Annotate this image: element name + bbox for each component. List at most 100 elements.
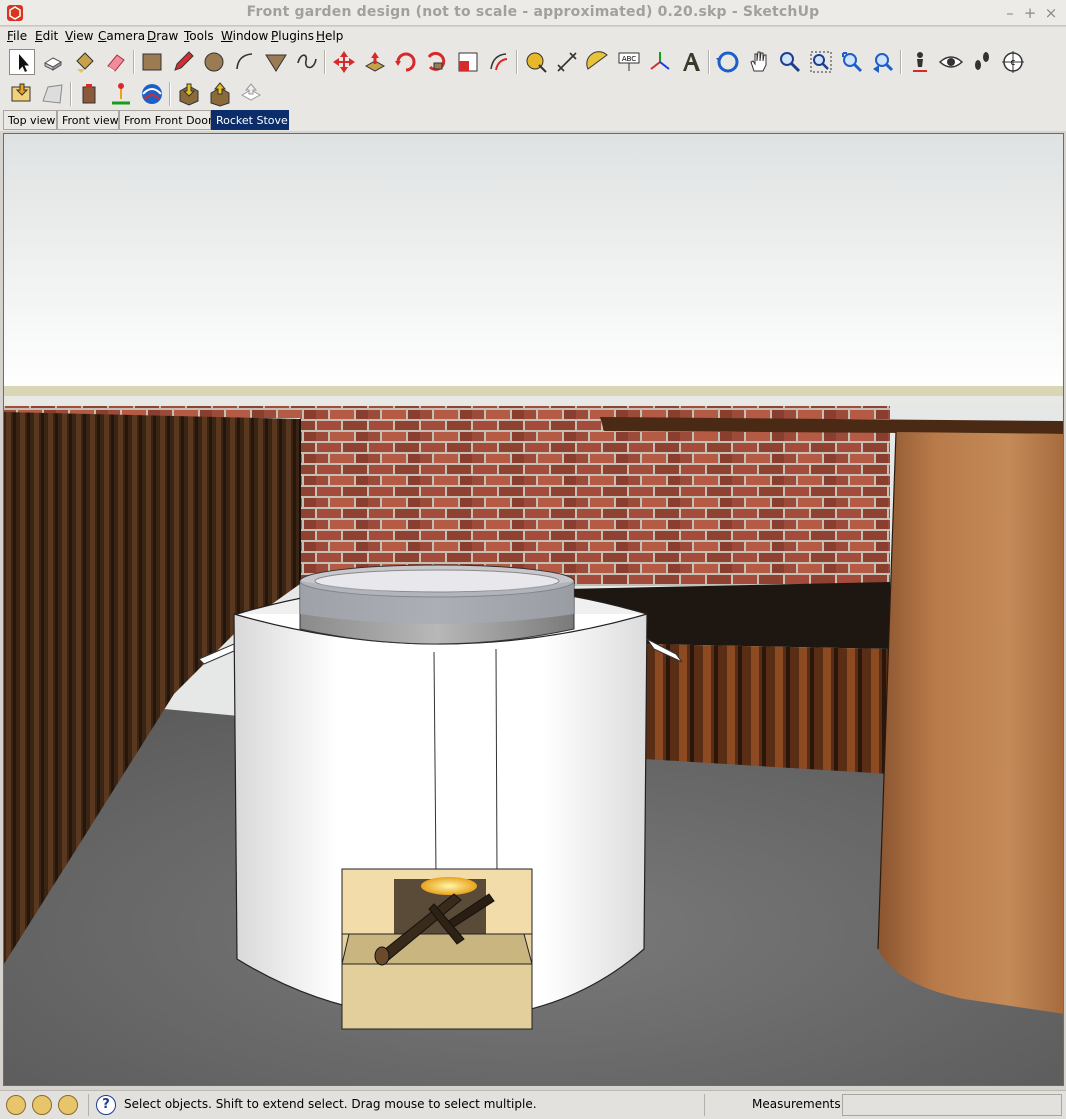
- protractor-icon: [586, 51, 608, 70]
- scene-tab-front-view[interactable]: Front view: [57, 110, 119, 130]
- look-around-icon: [938, 56, 964, 68]
- follow-me-tool[interactable]: [424, 49, 450, 75]
- menu-plugins[interactable]: Plugins: [271, 29, 314, 43]
- get-current-view-icon: [11, 83, 31, 102]
- polygon-tool[interactable]: [263, 49, 289, 75]
- follow-me-icon: [427, 51, 446, 71]
- measurements-input[interactable]: [842, 1094, 1062, 1116]
- share-component-icon: [240, 83, 262, 101]
- status-bar: ? Select objects. Shift to extend select…: [0, 1090, 1066, 1119]
- share-model-icon: [210, 82, 230, 107]
- select-icon: [19, 54, 29, 72]
- measurements-label: Measurements: [752, 1097, 841, 1111]
- photo-textures-tool[interactable]: [139, 81, 165, 107]
- eraser-tool[interactable]: [103, 49, 129, 75]
- close-button[interactable]: ×: [1041, 3, 1061, 23]
- toggle-terrain-tool[interactable]: [40, 81, 66, 107]
- zoom-extents-icon: [842, 52, 863, 73]
- maximize-button[interactable]: +: [1020, 3, 1040, 23]
- paint-bucket-tool[interactable]: [71, 49, 97, 75]
- pencil-tool[interactable]: [170, 49, 196, 75]
- menu-help[interactable]: Help: [316, 29, 343, 43]
- toolbar-separator: [900, 50, 902, 74]
- status-hint: Select objects. Shift to extend select. …: [124, 1097, 537, 1111]
- window-title: Front garden design (not to scale - appr…: [246, 4, 820, 20]
- scene-tab-rocket-stove[interactable]: Rocket Stove: [211, 110, 289, 130]
- tape-measure-icon: [526, 52, 547, 73]
- menu-window[interactable]: Window: [221, 29, 268, 43]
- zoom-window-tool[interactable]: [808, 49, 834, 75]
- make-component-icon: [43, 57, 63, 71]
- walk-icon: [975, 52, 989, 70]
- select-tool[interactable]: [9, 49, 35, 75]
- status-divider: [704, 1094, 705, 1116]
- move-icon: [333, 51, 355, 73]
- scene-tab-top-view[interactable]: Top view: [3, 110, 57, 130]
- main-toolbar: ABC C: [0, 46, 1066, 78]
- menu-view[interactable]: View: [65, 29, 93, 43]
- get-current-view-tool[interactable]: [9, 81, 35, 107]
- menu-camera[interactable]: Camera: [98, 29, 145, 43]
- toolbar-separator: [70, 82, 72, 106]
- horizon-line: [4, 396, 1063, 404]
- menu-draw[interactable]: Draw: [147, 29, 178, 43]
- add-building-tool[interactable]: [77, 81, 103, 107]
- section-plane-tool[interactable]: C: [1000, 49, 1026, 75]
- push-pull-tool[interactable]: [362, 49, 388, 75]
- protractor-tool[interactable]: [585, 49, 611, 75]
- toolbar-separator: [133, 50, 135, 74]
- drawing-viewport[interactable]: [3, 133, 1064, 1086]
- toolbar-separator: [516, 50, 518, 74]
- minimize-button[interactable]: –: [1000, 3, 1020, 23]
- toolbar-separator: [169, 82, 171, 106]
- pan-tool[interactable]: [746, 49, 772, 75]
- scale-tool[interactable]: [455, 49, 481, 75]
- move-tool[interactable]: [331, 49, 357, 75]
- geo-location-icon[interactable]: [6, 1095, 26, 1115]
- circle-tool[interactable]: [201, 49, 227, 75]
- freehand-tool[interactable]: [294, 49, 320, 75]
- scene-render[interactable]: [4, 134, 1064, 1086]
- look-around-tool[interactable]: [938, 49, 964, 75]
- section-plane-icon: C: [1002, 51, 1024, 73]
- get-models-tool[interactable]: [176, 81, 202, 107]
- share-model-tool[interactable]: [207, 81, 233, 107]
- slatted-fence: [644, 644, 890, 774]
- text-tool[interactable]: ABC: [616, 49, 642, 75]
- menu-tools[interactable]: Tools: [184, 29, 214, 43]
- toolbar-separator: [708, 50, 710, 74]
- position-camera-tool[interactable]: [907, 49, 933, 75]
- axes-tool[interactable]: [647, 49, 673, 75]
- firewood-end: [374, 946, 390, 966]
- share-component-tool[interactable]: [238, 81, 264, 107]
- make-component-tool[interactable]: [40, 49, 66, 75]
- offset-tool[interactable]: [486, 49, 512, 75]
- title-bar: Front garden design (not to scale - appr…: [0, 0, 1066, 26]
- tape-measure-tool[interactable]: [523, 49, 549, 75]
- dimension-tool[interactable]: [554, 49, 580, 75]
- menu-edit[interactable]: Edit: [35, 29, 58, 43]
- scene-tab-from-front-door[interactable]: From Front Door: [119, 110, 213, 130]
- offset-icon: [490, 53, 508, 71]
- arc-tool[interactable]: [232, 49, 258, 75]
- rotate-tool[interactable]: [393, 49, 419, 75]
- section-tool-label: C: [1011, 59, 1016, 67]
- menu-file[interactable]: File: [7, 29, 27, 43]
- credits-icon[interactable]: [32, 1095, 52, 1115]
- user-account-icon[interactable]: [58, 1095, 78, 1115]
- zoom-tool[interactable]: [777, 49, 803, 75]
- polygon-icon: [265, 54, 287, 72]
- previous-view-tool[interactable]: [870, 49, 896, 75]
- zoom-extents-tool[interactable]: [839, 49, 865, 75]
- freehand-icon: [297, 54, 317, 69]
- status-divider: [88, 1094, 89, 1116]
- rectangle-tool[interactable]: [139, 49, 165, 75]
- add-location-tool[interactable]: [108, 81, 134, 107]
- 3d-text-tool[interactable]: [678, 49, 704, 75]
- eraser-icon: [107, 54, 125, 72]
- orbit-icon: [716, 51, 739, 73]
- axes-icon: [650, 52, 670, 70]
- orbit-tool[interactable]: [715, 49, 741, 75]
- help-icon[interactable]: ?: [96, 1095, 116, 1115]
- walk-tool[interactable]: [969, 49, 995, 75]
